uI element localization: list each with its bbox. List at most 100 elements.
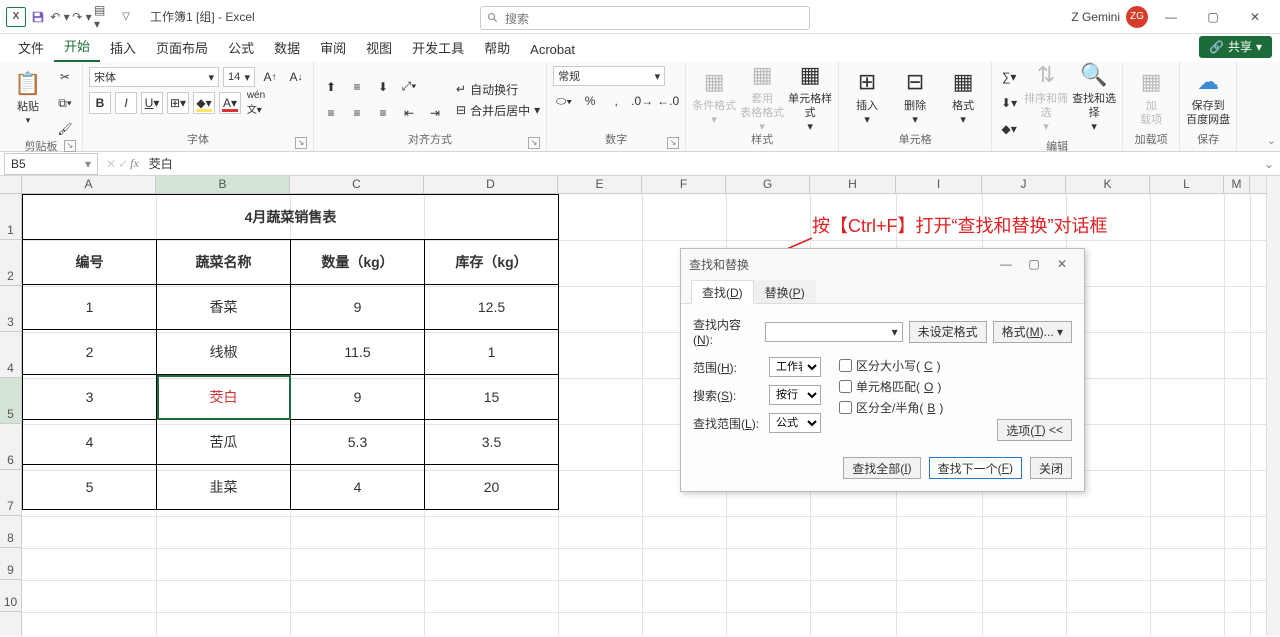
cb-whole[interactable]: 单元格匹配(O): [839, 378, 943, 395]
enter-icon[interactable]: ✓: [118, 157, 128, 171]
font-size-select[interactable]: 14▾: [223, 67, 255, 87]
copy-icon[interactable]: ⧉▾: [54, 92, 76, 114]
delete-button[interactable]: ⊟删除▾: [893, 66, 937, 130]
autosum-icon[interactable]: ∑▾: [998, 66, 1020, 88]
cb-width[interactable]: 区分全/半角(B): [839, 399, 943, 416]
sort-filter-button[interactable]: ⇅排序和筛选▾: [1024, 66, 1068, 130]
align-middle-icon[interactable]: ≡: [346, 76, 368, 98]
cell-style-button[interactable]: ▦单元格样式▾: [788, 66, 832, 130]
group-styles: ▦条件格式▾ ▦套用 表格格式▾ ▦单元格样式▾ 样式: [686, 62, 839, 151]
format-button[interactable]: ▦格式▾: [941, 66, 985, 130]
grid-area: ABCDEFGHIJKLM 12345678910 4月蔬菜销售表编号蔬菜名称数…: [0, 176, 1280, 636]
name-box[interactable]: B5▾: [4, 153, 98, 175]
lookin-select[interactable]: 公式: [769, 413, 821, 433]
save-cloud-button[interactable]: ☁保存到 百度网盘: [1186, 66, 1230, 130]
tab-insert[interactable]: 插入: [100, 33, 146, 62]
cut-icon[interactable]: ✂: [54, 66, 76, 88]
minimize-button[interactable]: —: [1152, 3, 1190, 31]
no-format-button[interactable]: 未设定格式: [909, 321, 987, 343]
align-top-icon[interactable]: ⬆: [320, 76, 342, 98]
redo-icon[interactable]: ↷ ▾: [72, 7, 92, 27]
undo-icon[interactable]: ↶ ▾: [50, 7, 70, 27]
percent-icon[interactable]: %: [579, 90, 601, 112]
addins-button[interactable]: ▦加 载项: [1129, 66, 1173, 130]
align-left-icon[interactable]: ≡: [320, 102, 342, 124]
row-headers[interactable]: 12345678910: [0, 194, 22, 636]
comma-icon[interactable]: ,: [605, 90, 627, 112]
search-select[interactable]: 按行: [769, 385, 821, 405]
format-painter-icon[interactable]: 🖌: [54, 118, 76, 140]
orientation-icon[interactable]: ⤢▾: [398, 76, 420, 98]
cancel-icon[interactable]: ✕: [106, 157, 116, 171]
tab-data[interactable]: 数据: [264, 33, 310, 62]
paste-button[interactable]: 📋粘贴▾: [6, 66, 50, 130]
column-headers[interactable]: ABCDEFGHIJKLM: [0, 176, 1280, 194]
tab-home[interactable]: 开始: [54, 31, 100, 62]
cb-case[interactable]: 区分大小写(C): [839, 357, 943, 374]
avatar[interactable]: ZG: [1126, 6, 1148, 28]
increase-decimal-icon[interactable]: .0→: [631, 90, 653, 112]
italic-button[interactable]: I: [115, 92, 137, 114]
dialog-close-icon[interactable]: ✕: [1048, 254, 1076, 274]
table-format-button[interactable]: ▦套用 表格格式▾: [740, 66, 784, 130]
tab-file[interactable]: 文件: [8, 33, 54, 62]
tab-view[interactable]: 视图: [356, 33, 402, 62]
find-input[interactable]: ▾: [765, 322, 903, 342]
tab-replace[interactable]: 替换(P): [754, 280, 816, 304]
align-center-icon[interactable]: ≡: [346, 102, 368, 124]
tab-dev[interactable]: 开发工具: [402, 33, 474, 62]
bold-button[interactable]: B: [89, 92, 111, 114]
tab-acrobat[interactable]: Acrobat: [520, 37, 585, 62]
dec-indent-icon[interactable]: ⇤: [398, 102, 420, 124]
align-right-icon[interactable]: ≡: [372, 102, 394, 124]
phonetic-button[interactable]: wén文▾: [245, 92, 267, 114]
tab-help[interactable]: 帮助: [474, 33, 520, 62]
font-name-select[interactable]: 宋体▾: [89, 67, 219, 87]
accounting-icon[interactable]: ⬭▾: [553, 90, 575, 112]
vertical-scrollbar[interactable]: [1266, 176, 1280, 636]
customize-icon[interactable]: ▤ ▾: [94, 7, 114, 27]
close-button[interactable]: ✕: [1236, 3, 1274, 31]
search-box[interactable]: 搜索: [480, 6, 810, 30]
underline-button[interactable]: U▾: [141, 92, 163, 114]
user-name[interactable]: Z Gemini: [1071, 10, 1120, 24]
increase-font-icon[interactable]: A↑: [259, 66, 281, 88]
scope-select[interactable]: 工作表: [769, 357, 821, 377]
tab-formulas[interactable]: 公式: [218, 33, 264, 62]
number-format-select[interactable]: 常规▾: [553, 66, 665, 86]
format-button[interactable]: 格式(M)... ▾: [993, 321, 1072, 343]
find-select-button[interactable]: 🔍查找和选择▾: [1072, 66, 1116, 130]
expand-formula-icon[interactable]: ⌄: [1264, 157, 1280, 171]
font-color-button[interactable]: A▾: [219, 92, 241, 114]
decrease-font-icon[interactable]: A↓: [285, 66, 307, 88]
dialog-maximize-icon[interactable]: ▢: [1020, 254, 1048, 274]
formula-input[interactable]: 茭白: [143, 155, 1264, 172]
merge-button[interactable]: ⊟合并后居中▾: [456, 102, 540, 119]
border-button[interactable]: ⊞▾: [167, 92, 189, 114]
fx-icon[interactable]: fx: [130, 156, 139, 171]
save-icon[interactable]: [28, 7, 48, 27]
tab-review[interactable]: 审阅: [310, 33, 356, 62]
decrease-decimal-icon[interactable]: ←.0: [657, 90, 679, 112]
find-next-button[interactable]: 查找下一个(F): [929, 457, 1022, 479]
cells[interactable]: 4月蔬菜销售表编号蔬菜名称数量（kg）库存（kg）1香菜912.52线椒11.5…: [22, 194, 1280, 636]
options-button[interactable]: 选项(T) <<: [997, 419, 1072, 441]
qat-more-icon[interactable]: ▽: [116, 7, 136, 27]
maximize-button[interactable]: ▢: [1194, 3, 1232, 31]
align-bottom-icon[interactable]: ⬇: [372, 76, 394, 98]
fill-icon[interactable]: ⬇▾: [998, 92, 1020, 114]
tab-layout[interactable]: 页面布局: [146, 33, 218, 62]
cond-format-button[interactable]: ▦条件格式▾: [692, 66, 736, 130]
share-button[interactable]: 🔗 共享 ▾: [1199, 36, 1272, 58]
wrap-text-button[interactable]: ↵自动换行: [456, 81, 540, 98]
insert-button[interactable]: ⊞插入▾: [845, 66, 889, 130]
fill-color-button[interactable]: ◆▾: [193, 92, 215, 114]
clear-icon[interactable]: ◆▾: [998, 118, 1020, 140]
tab-find[interactable]: 查找(D): [691, 280, 754, 304]
find-all-button[interactable]: 查找全部(I): [843, 457, 920, 479]
dialog-minimize-icon[interactable]: —: [992, 254, 1020, 274]
inc-indent-icon[interactable]: ⇥: [424, 102, 446, 124]
collapse-ribbon-icon[interactable]: ⌄: [1267, 134, 1276, 147]
dialog-launcher[interactable]: ↘: [64, 140, 76, 152]
close-dialog-button[interactable]: 关闭: [1030, 457, 1072, 479]
